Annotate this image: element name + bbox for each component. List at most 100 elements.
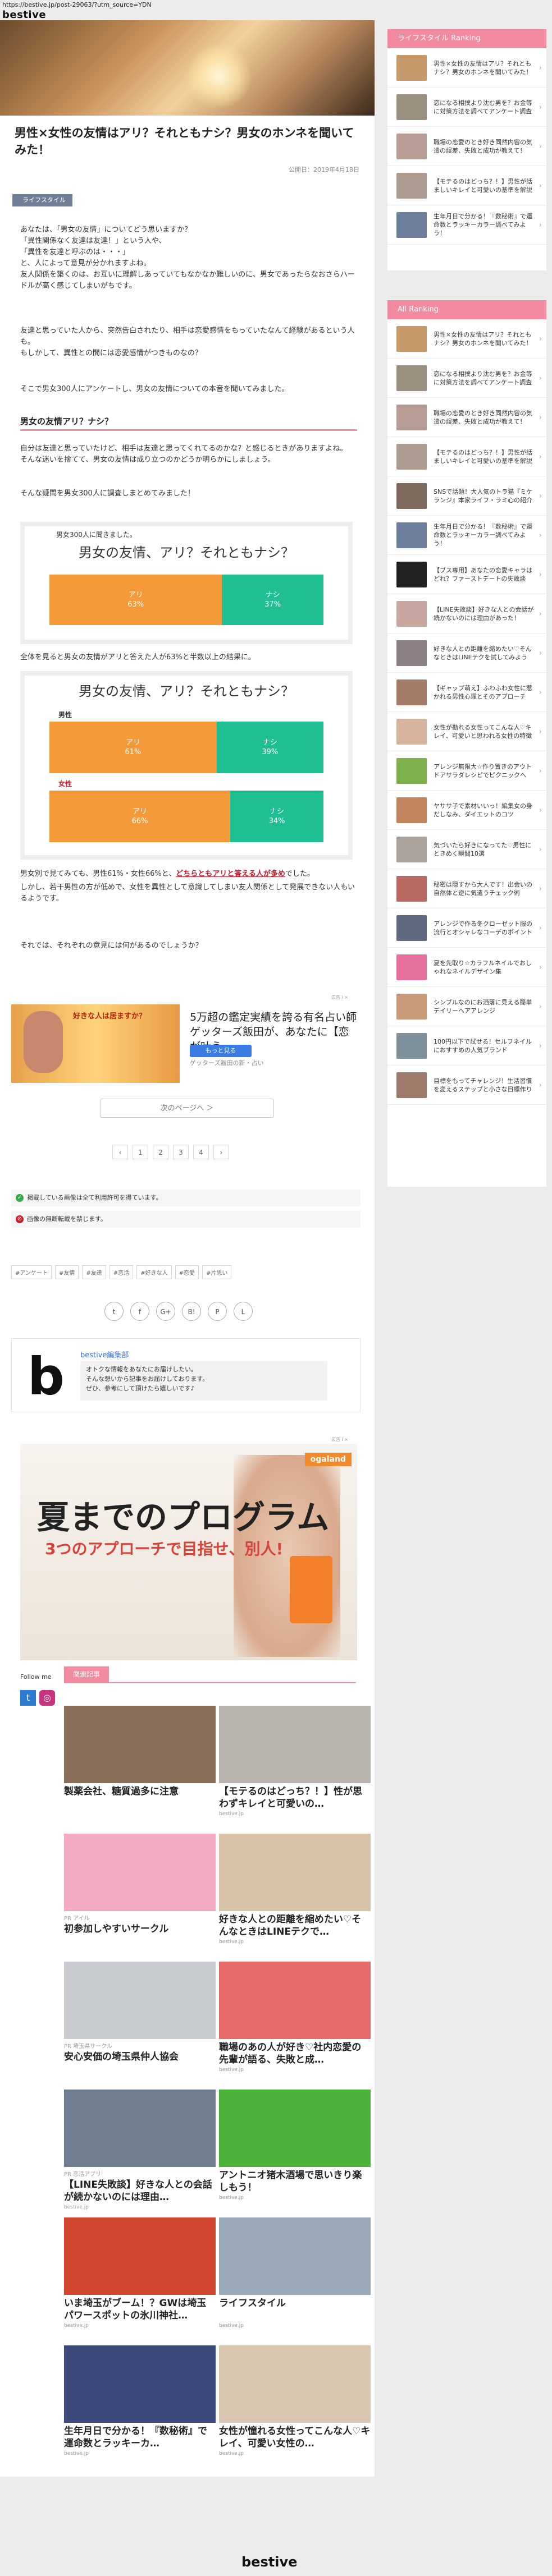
pager-prev[interactable]: ‹ [112,1145,128,1159]
banner-ad[interactable]: ogaland 夏までのプログラム 3つのアプローチで目指せ、別人! [20,1444,357,1660]
ranking-item[interactable]: 恋になる相撲より沈む男を？お金等に対策方法を調べてアンケート調査 › [387,88,546,127]
ranking-thumbnail[interactable] [396,54,427,81]
ranking-item[interactable]: 【モテるのはどっち？！】男性が話ましいキレイと可愛いの基準を解説 › [387,437,546,476]
ranking-item[interactable]: 男性×女性の友情はアリ？それともナシ？男女のホンネを聞いてみた！ › [387,48,546,88]
related-article-card[interactable]: ライフスタイル bestive.jp [219,2217,371,2329]
footer-logo[interactable]: bestive [241,2554,297,2570]
ranking-title[interactable]: 【モテるのはどっち？！】男性が話ましいキレイと可愛いの基準を解説 [434,177,536,194]
ranking-item[interactable]: 生年月日で分かる！『数秘術』で運命数とラッキーカラー調べてみよう！ › [387,205,546,245]
ranking-title[interactable]: アレンジで作る冬クローゼット服の流行とオシャレなコーデのポイント [434,920,536,936]
ranking-thumbnail[interactable] [396,561,427,587]
related-article-image[interactable] [64,2217,216,2295]
ranking-thumbnail[interactable] [396,797,427,823]
instagram-follow-icon[interactable]: ◎ [39,1690,55,1706]
ranking-thumbnail[interactable] [396,1072,427,1098]
facebook-share-icon[interactable]: f [130,1302,149,1321]
ranking-item[interactable]: 【ギャップ萌え】ふわふわ女性に惹かれる男性心理とそのアプローチ › [387,673,546,712]
ranking-item[interactable]: 男性×女性の友情はアリ？それともナシ？男女のホンネを聞いてみた！ › [387,319,546,359]
ranking-item[interactable]: アレンジで作る冬クローゼット服の流行とオシャレなコーデのポイント › [387,908,546,948]
ranking-title[interactable]: 目標をもってチャレンジ！生活習慣を変えるステップと小さな目標作り [434,1077,536,1094]
tag-friends[interactable]: #友達 [82,1265,106,1279]
pager-next[interactable]: › [213,1145,229,1159]
ranking-title[interactable]: 【LINE失敗談】好きな人との会話が続かないのには理由があった！ [434,605,536,622]
related-article-card[interactable]: いま埼玉がブーム！？GWは埼玉パワースポットの氷川神社… bestive.jp [64,2217,216,2329]
ranking-thumbnail[interactable] [396,443,427,470]
related-article-title[interactable]: 安心安価の埼玉県仲人協会 [64,2051,216,2076]
ranking-thumbnail[interactable] [396,915,427,941]
related-article-image[interactable] [64,1834,216,1911]
related-article-title[interactable]: 好きな人との距離を縮めたい♡そんなときはLINEテクで… [219,1913,371,1938]
ranking-thumbnail[interactable] [396,212,427,238]
ranking-title[interactable]: 【モテるのはどっち？！】男性が話ましいキレイと可愛いの基準を解説 [434,448,536,465]
ranking-title[interactable]: 夏を先取り☆カラフルネイルでおしゃれなネイルデザイン集 [434,959,536,976]
related-article-image[interactable] [64,2345,216,2423]
ranking-thumbnail[interactable] [396,133,427,159]
ranking-thumbnail[interactable] [396,836,427,862]
ranking-title[interactable]: 生年月日で分かる！『数秘術』で運命数とラッキーカラー調べてみよう！ [434,212,536,237]
ranking-thumbnail[interactable] [396,404,427,430]
pocket-share-icon[interactable]: P [208,1302,227,1321]
related-article-title[interactable]: 生年月日で分かる！『数秘術』で運命数とラッキーカ… [64,2425,216,2450]
related-article-card[interactable]: アントニオ猪木酒場で思いきり楽しもう！ bestive.jp [219,2090,371,2201]
next-page-button[interactable]: 次のページへ ＞ [100,1099,274,1118]
ranking-item[interactable]: 【LINE失敗談】好きな人との会話が続かないのには理由があった！ › [387,594,546,633]
ad-marker[interactable]: 広告 i × [331,1436,348,1443]
googleplus-share-icon[interactable]: G+ [156,1302,175,1321]
ranking-item[interactable]: シンプルなのにお洒落に見える簡単デイリーヘアアレンジ › [387,987,546,1026]
ranking-thumbnail[interactable] [396,1032,427,1059]
ranking-item[interactable]: 【ブス専用】あなたの恋愛キャラはどれ？ファーストデートの失敗談 › [387,555,546,594]
tag-crush[interactable]: #好きな人 [136,1265,172,1279]
related-article-card[interactable]: PR 埼玉県サークル 安心安価の埼玉県仲人協会 [64,1962,216,2077]
related-article-title[interactable]: アントニオ猪木酒場で思いきり楽しもう！ [219,2169,371,2194]
ranking-title[interactable]: 好きな人との距離を縮めたい♡そんなときはLINEテクを試してみよう [434,645,536,662]
ranking-title[interactable]: 恋になる相撲より沈む男を？お金等に対策方法を調べてアンケート調査 [434,99,536,116]
ranking-thumbnail[interactable] [396,679,427,705]
ranking-thumbnail[interactable] [396,365,427,391]
related-article-title[interactable]: 初参加しやすいサークル [64,1923,216,1948]
ranking-item[interactable]: 恋になる相撲より沈む男を？お金等に対策方法を調べてアンケート調査 › [387,359,546,398]
ranking-item[interactable]: 夏を先取り☆カラフルネイルでおしゃれなネイルデザイン集 › [387,948,546,987]
ranking-item[interactable]: SNSで話題！大人気のトラ猫『ミケランジ』本家ライフ・ラミ心の紹介 › [387,476,546,516]
ranking-title[interactable]: 恋になる相撲より沈む男を？お金等に対策方法を調べてアンケート調査 [434,370,536,387]
author-name[interactable]: bestive編集部 [80,1349,129,1360]
twitter-follow-icon[interactable]: t [20,1690,36,1706]
ranking-title[interactable]: 女性が勘れる女性ってこんな人♡キレイ、可愛いと思われる女性の特徴 [434,723,536,740]
tag-love[interactable]: #恋愛 [175,1265,199,1279]
ranking-item[interactable]: 生年月日で分かる！『数秘術』で運命数とラッキーカラー調べてみよう！ › [387,516,546,555]
ranking-item[interactable]: 目標をもってチャレンジ！生活習慣を変えるステップと小さな目標作り › [387,1066,546,1105]
related-article-card[interactable]: 生年月日で分かる！『数秘術』で運命数とラッキーカ… bestive.jp [64,2345,216,2456]
ranking-thumbnail[interactable] [396,325,427,352]
related-article-image[interactable] [219,1834,371,1911]
ranking-thumbnail[interactable] [396,757,427,784]
ranking-title[interactable]: 気づいたら好きになってた♡男性にときめく瞬間10選 [434,841,536,858]
ranking-title[interactable]: 秘密は隠すから大人です！出会いの自然体と逆に気遣うチェック術 [434,880,536,897]
related-article-image[interactable] [219,1706,371,1783]
related-article-image[interactable] [64,1962,216,2039]
ranking-item[interactable]: 【モテるのはどっち？！】男性が話ましいキレイと可愛いの基準を解説 › [387,166,546,205]
hatena-share-icon[interactable]: B! [182,1302,201,1321]
tag-unrequited[interactable]: #片思い [202,1265,232,1279]
ranking-title[interactable]: 職場の恋愛のとき好き同然内容の気遣の誤差、失敗と成功が教えて！ [434,409,536,426]
category-badge[interactable]: ライフスタイル [12,194,72,206]
ranking-item[interactable]: 気づいたら好きになってた♡男性にときめく瞬間10選 › [387,830,546,869]
pager-page-4[interactable]: 4 [193,1145,209,1159]
ranking-thumbnail[interactable] [396,172,427,199]
ranking-thumbnail[interactable] [396,600,427,627]
ranking-title[interactable]: SNSで話題！大人気のトラ猫『ミケランジ』本家ライフ・ラミ心の紹介 [434,488,536,504]
ranking-title[interactable]: 男性×女性の友情はアリ？それともナシ？男女のホンネを聞いてみた！ [434,59,536,76]
related-article-title[interactable]: 製薬会社、糖質過多に注意 [64,1785,216,1810]
related-article-title[interactable]: 女性が憧れる女性ってこんな人♡キレイ、可愛い女性の… [219,2425,371,2450]
ranking-title[interactable]: 【ギャップ萌え】ふわふわ女性に惹かれる男性心理とそのアプローチ [434,684,536,701]
ranking-item[interactable]: 職場の恋愛のとき好き同然内容の気遣の誤差、失敗と成功が教えて！ › [387,127,546,166]
related-article-card[interactable]: PR アイル 初参加しやすいサークル [64,1834,216,1949]
ranking-title[interactable]: 100円以下で試せる！セルフネイルにおすすめの人気ブランド [434,1037,536,1054]
ranking-item[interactable]: 職場の恋愛のとき好き同然内容の気遣の誤差、失敗と成功が教えて！ › [387,398,546,437]
ranking-item[interactable]: ヤササ子で素材いいっ！編集女の身だしなみ、ダイエットのコツ › [387,791,546,830]
tag-friendship[interactable]: #友情 [54,1265,79,1279]
ranking-item[interactable]: 100円以下で試せる！セルフネイルにおすすめの人気ブランド › [387,1026,546,1066]
ad-marker[interactable]: 広告 i × [331,994,348,1000]
related-article-card[interactable]: 製薬会社、糖質過多に注意 [64,1706,216,1811]
line-share-icon[interactable]: L [234,1302,253,1321]
ranking-thumbnail[interactable] [396,954,427,980]
ranking-item[interactable]: 秘密は隠すから大人です！出会いの自然体と逆に気遣うチェック術 › [387,869,546,908]
